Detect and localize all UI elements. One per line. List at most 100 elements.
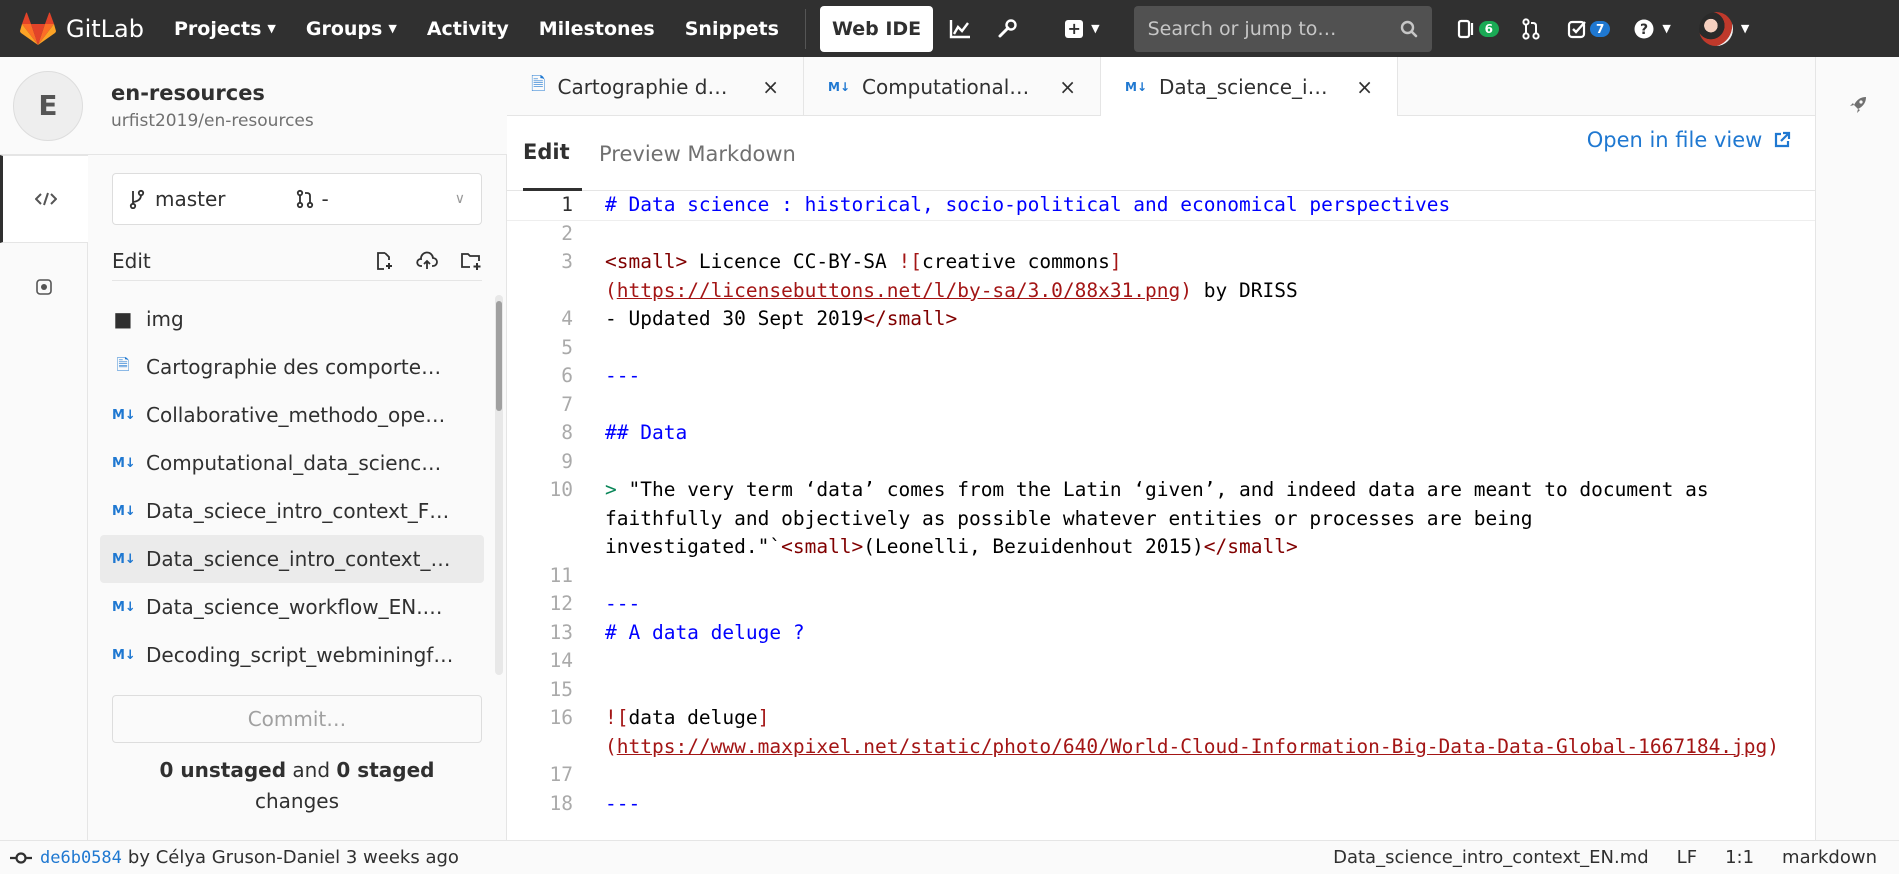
nav-groups[interactable]: Groups ▼ [306, 18, 397, 40]
commit-sha-link[interactable]: de6b0584 [40, 848, 122, 868]
user-avatar [1698, 11, 1733, 46]
html-tag: </small> [1203, 535, 1298, 558]
edit-label: Edit [112, 248, 151, 273]
tree-item-file[interactable]: M↓ Decoding_script_webminingf… [100, 631, 484, 675]
commit-button[interactable]: Commit… [112, 695, 482, 743]
help-dropdown[interactable]: ? ▼ [1634, 19, 1671, 39]
user-menu[interactable]: ▼ [1698, 11, 1749, 46]
line-number: 7 [561, 392, 573, 416]
edit-mode-button[interactable] [0, 155, 88, 243]
tab-file[interactable]: 🗎 Cartographie d… × [507, 57, 804, 116]
tab-preview-markdown[interactable]: Preview Markdown [599, 116, 796, 191]
admin-wrench-icon[interactable] [997, 18, 1017, 39]
code-line: 17 [507, 761, 1815, 790]
tab-file[interactable]: M↓ Computational… × [804, 57, 1101, 116]
status-eol: LF [1676, 847, 1698, 868]
tree-item-file[interactable]: M↓ Computational_data_scienc… [100, 439, 484, 487]
nav-projects[interactable]: Projects ▼ [174, 18, 276, 40]
close-icon[interactable]: × [1059, 75, 1076, 99]
line-content: <small> Licence CC-BY-SA ![creative comm… [605, 248, 1795, 305]
nav-divider [804, 8, 806, 49]
line-content [605, 334, 1795, 363]
text: (Leonelli, Bezuidenhout 2015) [863, 535, 1204, 558]
close-icon[interactable]: × [1356, 75, 1373, 99]
code-line: 8 ## Data [507, 419, 1815, 448]
help-question-icon: ? [1634, 19, 1654, 38]
todos-link[interactable]: 7 [1567, 19, 1611, 39]
brand-name: GitLab [66, 14, 144, 43]
markdown-icon: M↓ [112, 407, 136, 423]
file-tree-scrollbar[interactable] [495, 295, 503, 675]
nav-snippets[interactable]: Snippets [685, 18, 779, 40]
gitlab-tanuki-icon [20, 12, 56, 45]
search-input[interactable] [1147, 17, 1400, 40]
code-line: 4 - Updated 30 Sept 2019</small> [507, 305, 1815, 334]
tree-item-file[interactable]: M↓ Data_sciece_intro_context_F… [100, 487, 484, 535]
md-syntax: ) [1180, 278, 1193, 302]
unstaged-count: 0 unstaged [159, 758, 287, 782]
nav-milestones[interactable]: Milestones [539, 18, 655, 40]
tree-actions [374, 251, 482, 271]
tree-item-file[interactable]: M↓ Collaborative_methodo_ope… [100, 391, 484, 439]
file-icon: 🗎 [531, 73, 546, 95]
code-line: 3 <small> Licence CC-BY-SA ![creative com… [507, 248, 1815, 305]
tree-item-file-selected[interactable]: M↓ Data_science_intro_context_… [100, 535, 484, 583]
markdown-icon: M↓ [112, 503, 136, 519]
code-line: 12 --- [507, 590, 1815, 619]
project-header: E en-resources urfist2019/en-resources [0, 57, 507, 155]
project-avatar[interactable]: E [13, 70, 83, 141]
rocket-icon[interactable] [1848, 95, 1868, 115]
gitlab-logo[interactable]: GitLab [20, 12, 144, 46]
close-icon[interactable]: × [762, 75, 779, 99]
analytics-chart-icon[interactable] [949, 19, 971, 39]
tab-file-active[interactable]: M↓ Data_science_i… × [1101, 57, 1398, 117]
project-name[interactable]: en-resources [111, 81, 314, 105]
line-number: 5 [561, 335, 573, 359]
line-content: - Updated 30 Sept 2019</small> [605, 305, 1795, 334]
line-number: 18 [549, 791, 573, 815]
tree-item-file[interactable]: 🗎 Cartographie des comporte… [100, 343, 484, 391]
tree-item-file[interactable]: M↓ Data_science_workflow_EN.… [100, 583, 484, 631]
markdown-icon: M↓ [112, 551, 136, 567]
plus-square-icon: + [1065, 19, 1084, 38]
html-tag: <small> [605, 250, 688, 273]
new-dropdown[interactable]: + ▼ [1065, 19, 1100, 38]
md-link-url: https://licensebuttons.net/l/by-sa/3.0/8… [616, 278, 1181, 302]
line-content [605, 761, 1795, 790]
new-folder-icon[interactable] [460, 251, 482, 271]
text: by DRISS [1192, 278, 1298, 302]
upload-cloud-icon[interactable] [416, 251, 438, 271]
scrollbar-thumb[interactable] [496, 301, 502, 411]
branch-selector[interactable]: master - ∨ [112, 173, 482, 225]
line-number: 2 [561, 221, 573, 245]
tab-edit[interactable]: Edit [523, 116, 582, 191]
tree-item-label: Data_science_intro_context_… [146, 547, 451, 571]
tree-item-folder[interactable]: ■ img [100, 295, 484, 343]
status-cursor-position: 1:1 [1725, 847, 1755, 868]
open-in-file-view-link[interactable]: Open in file view [1587, 128, 1791, 152]
code-line: 5 [507, 334, 1815, 363]
commit-mode-button[interactable] [0, 243, 88, 331]
tree-item-label: Decoding_script_webminingf… [146, 643, 454, 667]
line-number: 8 [561, 421, 573, 444]
file-tree-panel: master - ∨ Edit ■ img 🗎 Cartographie des… [88, 155, 507, 840]
branch-name: master [155, 187, 226, 211]
open-in-file-view-label: Open in file view [1586, 128, 1763, 152]
code-line: 15 [507, 676, 1815, 705]
new-file-icon[interactable] [374, 251, 394, 271]
issues-link[interactable]: 6 [1456, 19, 1499, 39]
search-bar[interactable] [1133, 5, 1432, 52]
line-content: --- [605, 592, 641, 615]
todos-count-badge: 7 [1589, 20, 1611, 37]
line-content [605, 391, 1795, 420]
line-number: 6 [561, 364, 573, 387]
web-ide-button[interactable]: Web IDE [819, 5, 934, 52]
code-line: 13 # A data deluge ? [507, 619, 1815, 648]
edit-toolbar: Edit [112, 241, 482, 281]
code-editor[interactable]: 1 # Data science : historical, socio-poli… [507, 191, 1815, 840]
markdown-icon: M↓ [112, 599, 136, 615]
merge-requests-link[interactable] [1521, 17, 1541, 40]
nav-activity[interactable]: Activity [427, 18, 509, 40]
markdown-icon: M↓ [828, 79, 850, 94]
editor-mode-bar: Edit Preview Markdown Open in file view [507, 116, 1815, 191]
